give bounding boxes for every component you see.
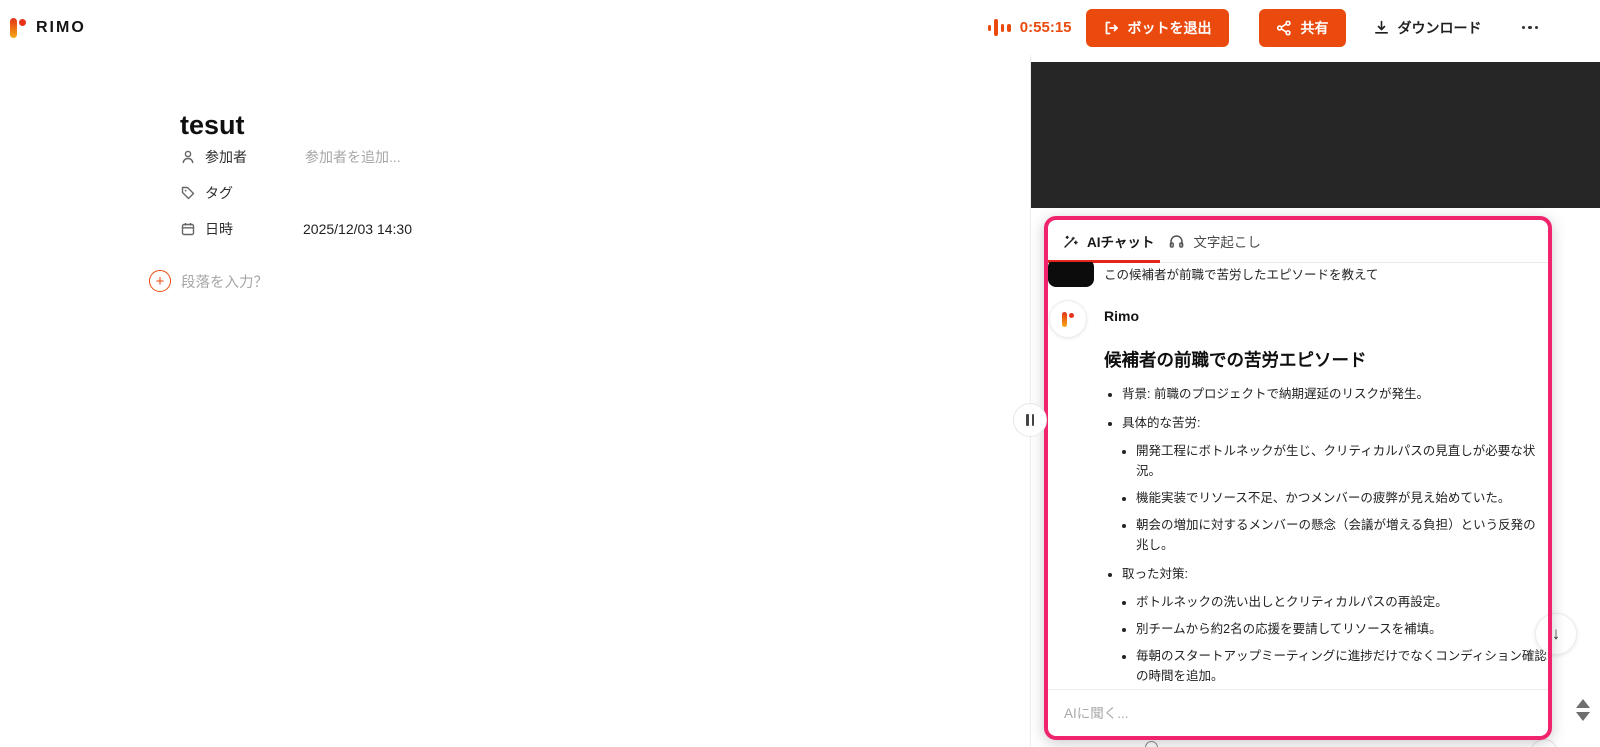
answer-sub-bullet: 朝会の増加に対するメンバーの懸念（会議が増える負担）という反発の兆し。 xyxy=(1136,515,1548,555)
partial-button xyxy=(1530,739,1558,747)
plus-circle-icon[interactable]: + xyxy=(149,270,171,292)
add-paragraph-control[interactable]: + 段落を入力？ xyxy=(149,270,268,292)
top-bar-actions: 0:55:15 ボットを退出 共有 ダウンロード xyxy=(987,8,1543,47)
ai-chat-panel: AIチャット 文字起こし この候補者が前職で苦労したエピソードを教えて Rimo… xyxy=(1044,216,1552,740)
page-title[interactable]: tesut xyxy=(180,110,245,141)
participants-row: 参加者 xyxy=(180,146,557,168)
download-button[interactable]: ダウンロード xyxy=(1373,9,1482,47)
answer-sub-bullet: 別チームから約2名の応援を要請してリソースを補填。 xyxy=(1136,619,1548,639)
share-label: 共有 xyxy=(1300,19,1329,36)
datetime-label: 日時 xyxy=(180,219,303,239)
panel-tabs: AIチャット 文字起こし xyxy=(1047,220,1548,263)
tags-row: タグ xyxy=(180,182,557,204)
user-message: この候補者が前職で苦労したエピソードを教えて xyxy=(1104,267,1379,282)
pause-bars-icon xyxy=(1026,414,1029,426)
assistant-name: Rimo xyxy=(1104,308,1139,324)
answer-heading: 候補者の前職での苦労エピソード xyxy=(1104,350,1367,370)
answer-bullet: 背景: 前職のプロジェクトで納期遅延のリスクが発生。 xyxy=(1122,384,1548,404)
brand-name: RIMO xyxy=(36,18,86,36)
waveform-icon xyxy=(987,19,1011,37)
rimo-logo[interactable]: RIMO xyxy=(10,16,86,39)
share-icon xyxy=(1276,20,1292,36)
paragraph-placeholder[interactable]: 段落を入力？ xyxy=(181,271,268,292)
participants-label: 参加者 xyxy=(180,147,303,167)
tags-input[interactable] xyxy=(303,184,557,202)
note-metadata: 参加者 タグ 日時 xyxy=(180,146,557,254)
answer-sub-bullet: 毎朝のスタートアップミーティングに進捗だけでなくコンディション確認の時間を追加。 xyxy=(1136,646,1548,686)
answer-sub-bullet: ボトルネックの洗い出しとクリティカルパスの再設定。 xyxy=(1136,592,1548,612)
answer-bullet: 取った対策:ボトルネックの洗い出しとクリティカルパスの再設定。別チームから約2名… xyxy=(1122,564,1548,688)
ai-wand-icon xyxy=(1062,233,1079,250)
datetime-value[interactable]: 2025/12/03 14:30 xyxy=(303,221,412,237)
scroll-spinner xyxy=(1574,699,1592,721)
recording-timer: 0:55:15 xyxy=(1019,19,1072,36)
chat-scroll-area[interactable]: この候補者が前職で苦労したエピソードを教えて Rimo 候補者の前職での苦労エピ… xyxy=(1048,262,1548,688)
side-pane: AIチャット 文字起こし この候補者が前職で苦労したエピソードを教えて Rimo… xyxy=(1030,55,1600,747)
datetime-row: 日時 2025/12/03 14:30 xyxy=(180,218,557,240)
ask-ai-row xyxy=(1048,689,1548,736)
top-bar: RIMO 0:55:15 ボットを退出 共有 ダウンロード xyxy=(0,0,1600,55)
headphones-icon xyxy=(1168,233,1185,250)
pane-divider xyxy=(1030,55,1031,747)
exit-icon xyxy=(1103,20,1119,36)
calendar-icon xyxy=(180,221,196,237)
bot-exit-label: ボットを退出 xyxy=(1127,19,1212,36)
spin-down-icon[interactable] xyxy=(1576,712,1590,721)
more-options-button[interactable] xyxy=(1518,22,1543,34)
share-button[interactable]: 共有 xyxy=(1258,8,1346,47)
rimo-avatar xyxy=(1049,300,1087,338)
rimo-app: RIMO 0:55:15 ボットを退出 共有 ダウンロード tesut 参加者 … xyxy=(0,0,1600,747)
tab-transcript-label: 文字起こし xyxy=(1193,235,1261,250)
download-icon xyxy=(1373,19,1390,36)
globe-icon xyxy=(1145,741,1158,747)
tab-ai-chat-label: AIチャット xyxy=(1087,235,1155,250)
answer-bullets: 背景: 前職のプロジェクトで納期遅延のリスクが発生。具体的な苦労:開発工程にボト… xyxy=(1048,384,1548,688)
answer-sub-bullet: 機能実装でリソース不足、かつメンバーの疲弊が見え始めていた。 xyxy=(1136,488,1548,508)
answer-bullet: 具体的な苦労:開発工程にボトルネックが生じ、クリティカルパスの見直しが必要な状況… xyxy=(1122,413,1548,555)
rimo-logo-icon xyxy=(10,16,29,39)
download-label: ダウンロード xyxy=(1397,19,1482,36)
video-placeholder[interactable] xyxy=(1030,62,1600,208)
assistant-row: Rimo xyxy=(1048,300,1548,338)
participants-input[interactable] xyxy=(303,148,557,166)
tab-transcript[interactable]: 文字起こし xyxy=(1168,220,1267,262)
ask-ai-input[interactable] xyxy=(1062,704,1534,722)
user-message-row: この候補者が前職で苦労したエピソードを教えて xyxy=(1048,262,1548,288)
arrow-down-icon: ↓ xyxy=(1551,624,1561,643)
tags-label: タグ xyxy=(180,183,303,203)
redacted-user-avatar xyxy=(1048,262,1094,287)
tag-icon xyxy=(180,185,196,201)
pane-resize-handle[interactable] xyxy=(1013,403,1047,437)
person-icon xyxy=(180,149,196,165)
tab-ai-chat[interactable]: AIチャット xyxy=(1047,220,1161,263)
recording-indicator: 0:55:15 xyxy=(987,19,1072,37)
scroll-to-bottom-button[interactable]: ↓ xyxy=(1535,613,1577,655)
spin-up-icon[interactable] xyxy=(1576,699,1590,708)
answer-sub-bullet: 開発工程にボトルネックが生じ、クリティカルパスの見直しが必要な状況。 xyxy=(1136,441,1548,481)
bot-exit-button[interactable]: ボットを退出 xyxy=(1085,8,1229,47)
